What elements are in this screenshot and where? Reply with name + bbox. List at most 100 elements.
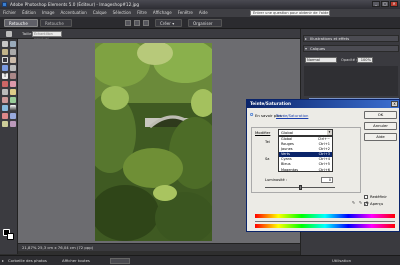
close-window-button[interactable]: ✕ [390,1,398,7]
menu-calque[interactable]: Calque [93,9,107,17]
blur-tool-icon[interactable] [10,113,16,119]
minimize-button[interactable]: _ [372,1,380,7]
lightness-label: Luminosité : [265,178,288,182]
menu-filtre[interactable]: Filtre [137,9,147,17]
selection-brush-icon[interactable] [10,65,16,71]
cancel-button[interactable]: Annuler [364,122,397,130]
expand-triangle-icon: ▾ [305,46,308,51]
photo-icon[interactable] [125,20,131,26]
shape-tool-icon[interactable] [2,113,8,119]
option-name: Cyans [281,157,292,162]
styles-palette-title: Illustrations et effets [310,36,350,41]
mode-bar: Retouche standard Retouche rapide Créer … [0,17,400,34]
menu-bar: Fichier Édition Image Accentuation Calqu… [0,9,400,17]
lasso-tool-icon[interactable] [10,57,16,63]
type-tool-icon[interactable]: T [2,73,8,79]
toolbox: T [0,39,18,254]
maximize-button[interactable]: □ [381,1,389,7]
learn-more-link[interactable]: Teinte/Saturation [276,113,308,118]
window-titlebar: Adobe Photoshop Elements 5.0 (Éditeur) -… [0,0,400,9]
menu-affichage[interactable]: Affichage [153,9,172,17]
dodge-tool-icon[interactable] [10,121,16,127]
option-name: Global [281,137,293,141]
eyedropper-icon[interactable] [10,49,16,55]
spectrum-range-slider[interactable] [255,221,395,222]
channel-dropdown[interactable]: Global ▾ [278,129,333,136]
collapse-triangle-icon: ▸ [305,36,308,41]
opacity-label: Opacité : [341,58,358,62]
help-search-input[interactable]: Entrer une question pour obtenir de l'ai… [250,10,330,16]
sample-size-dropdown[interactable]: Échantillon ponctuel [32,31,62,41]
bin-filter-dropdown[interactable] [110,258,130,264]
menu-fichier[interactable]: Fichier [3,9,16,17]
palette-bin-toggle[interactable]: Utilisation [332,258,351,264]
layers-palette-title: Calques [310,46,326,51]
blend-mode-dropdown[interactable]: Normal [305,57,337,63]
expand-triangle-icon[interactable]: ▸ [2,258,4,263]
grid-icon[interactable] [143,20,149,26]
eyedropper-plus-icon[interactable]: ✎ [358,200,363,205]
create-button[interactable]: Créer ▾ [155,19,182,27]
lightness-value-field[interactable]: 0 [321,177,333,183]
layers-palette-header[interactable]: ▾ Calques [303,45,399,52]
ok-button[interactable]: OK [364,111,397,119]
tab-quick-fix[interactable]: Retouche rapide [40,19,72,34]
channel-option[interactable]: Magentas Ctrl+6 [279,168,332,173]
lightness-slider-handle[interactable] [299,185,302,190]
channel-dropdown-value: Global [281,130,294,135]
crop-tool-icon[interactable] [10,73,16,79]
layers-list [304,66,398,96]
help-button[interactable]: Aide [364,133,397,141]
window-title: Adobe Photoshop Elements 5.0 (Éditeur) -… [10,2,140,7]
background-color-swatch[interactable] [7,233,14,240]
dialog-title: Teinte/Saturation [247,100,399,108]
eyedropper-icon[interactable]: ✎ [351,200,356,205]
colorize-checkbox[interactable] [364,195,368,199]
zoom-tool-icon[interactable] [10,41,16,47]
tool-options-bar: Taille : Échantillon ponctuel [0,29,300,41]
menu-aide[interactable]: Aide [199,9,208,17]
chevron-down-icon: ▾ [327,130,332,135]
gradient-icon[interactable] [10,105,16,111]
hue-label: Tei [265,140,270,144]
eyedropper-minus-icon[interactable]: ✎ [365,200,370,205]
magic-wand-icon[interactable] [2,65,8,71]
menu-accentuation[interactable]: Accentuation [60,9,86,17]
status-bar: 21,87% 25,3 cm x 76,04 cm (72 ppp) [18,243,300,251]
document-photo[interactable] [95,43,212,241]
hand-tool-icon[interactable] [2,49,8,55]
organizer-button[interactable]: Organiser [188,19,222,27]
tab-standard-edit[interactable]: Retouche standard [4,19,38,34]
clone-stamp-icon[interactable] [2,89,8,95]
photo-bin-label[interactable]: Corbeille des photos [8,258,47,264]
styles-palette-header[interactable]: ▸ Illustrations et effets [303,35,399,42]
option-name: Bleus [281,162,291,167]
menu-image[interactable]: Image [42,9,55,17]
menu-fenetre[interactable]: Fenêtre [178,9,193,17]
opacity-field[interactable]: 100% [357,57,373,63]
option-name: Rouges [281,142,294,147]
healing-brush-icon[interactable] [10,81,16,87]
pencil-icon[interactable] [10,97,16,103]
marquee-tool-icon[interactable] [2,57,8,63]
color-spectrum-bottom [255,224,395,228]
move-tool-icon[interactable] [2,41,8,47]
garden-bridge-photo [95,43,212,241]
paint-bucket-icon[interactable] [2,105,8,111]
show-all-label: Afficher toutes [62,258,90,263]
brush-icon[interactable] [2,97,8,103]
layout-icon[interactable] [134,20,140,26]
eraser-icon[interactable] [10,89,16,95]
menu-edition[interactable]: Édition [22,9,36,17]
eyedropper-tool-icon[interactable] [6,31,12,37]
lightbulb-icon: ✪ [250,112,254,117]
sponge-tool-icon[interactable] [2,121,8,127]
modify-label: Modifier [255,130,271,135]
menu-selection[interactable]: Sélection [113,9,131,17]
red-eye-tool-icon[interactable] [2,81,8,87]
channel-options-list: Global Ctrl+~ Rouges Ctrl+1 Jaunes Ctrl+2 V… [278,136,333,172]
option-name: Jaunes [281,147,293,152]
eyedropper-group: ✎ ✎ ✎ [351,200,370,205]
dialog-close-button[interactable]: x [391,101,398,107]
zoom-and-size-readout: 21,87% 25,3 cm x 76,04 cm (72 ppp) [22,245,94,250]
